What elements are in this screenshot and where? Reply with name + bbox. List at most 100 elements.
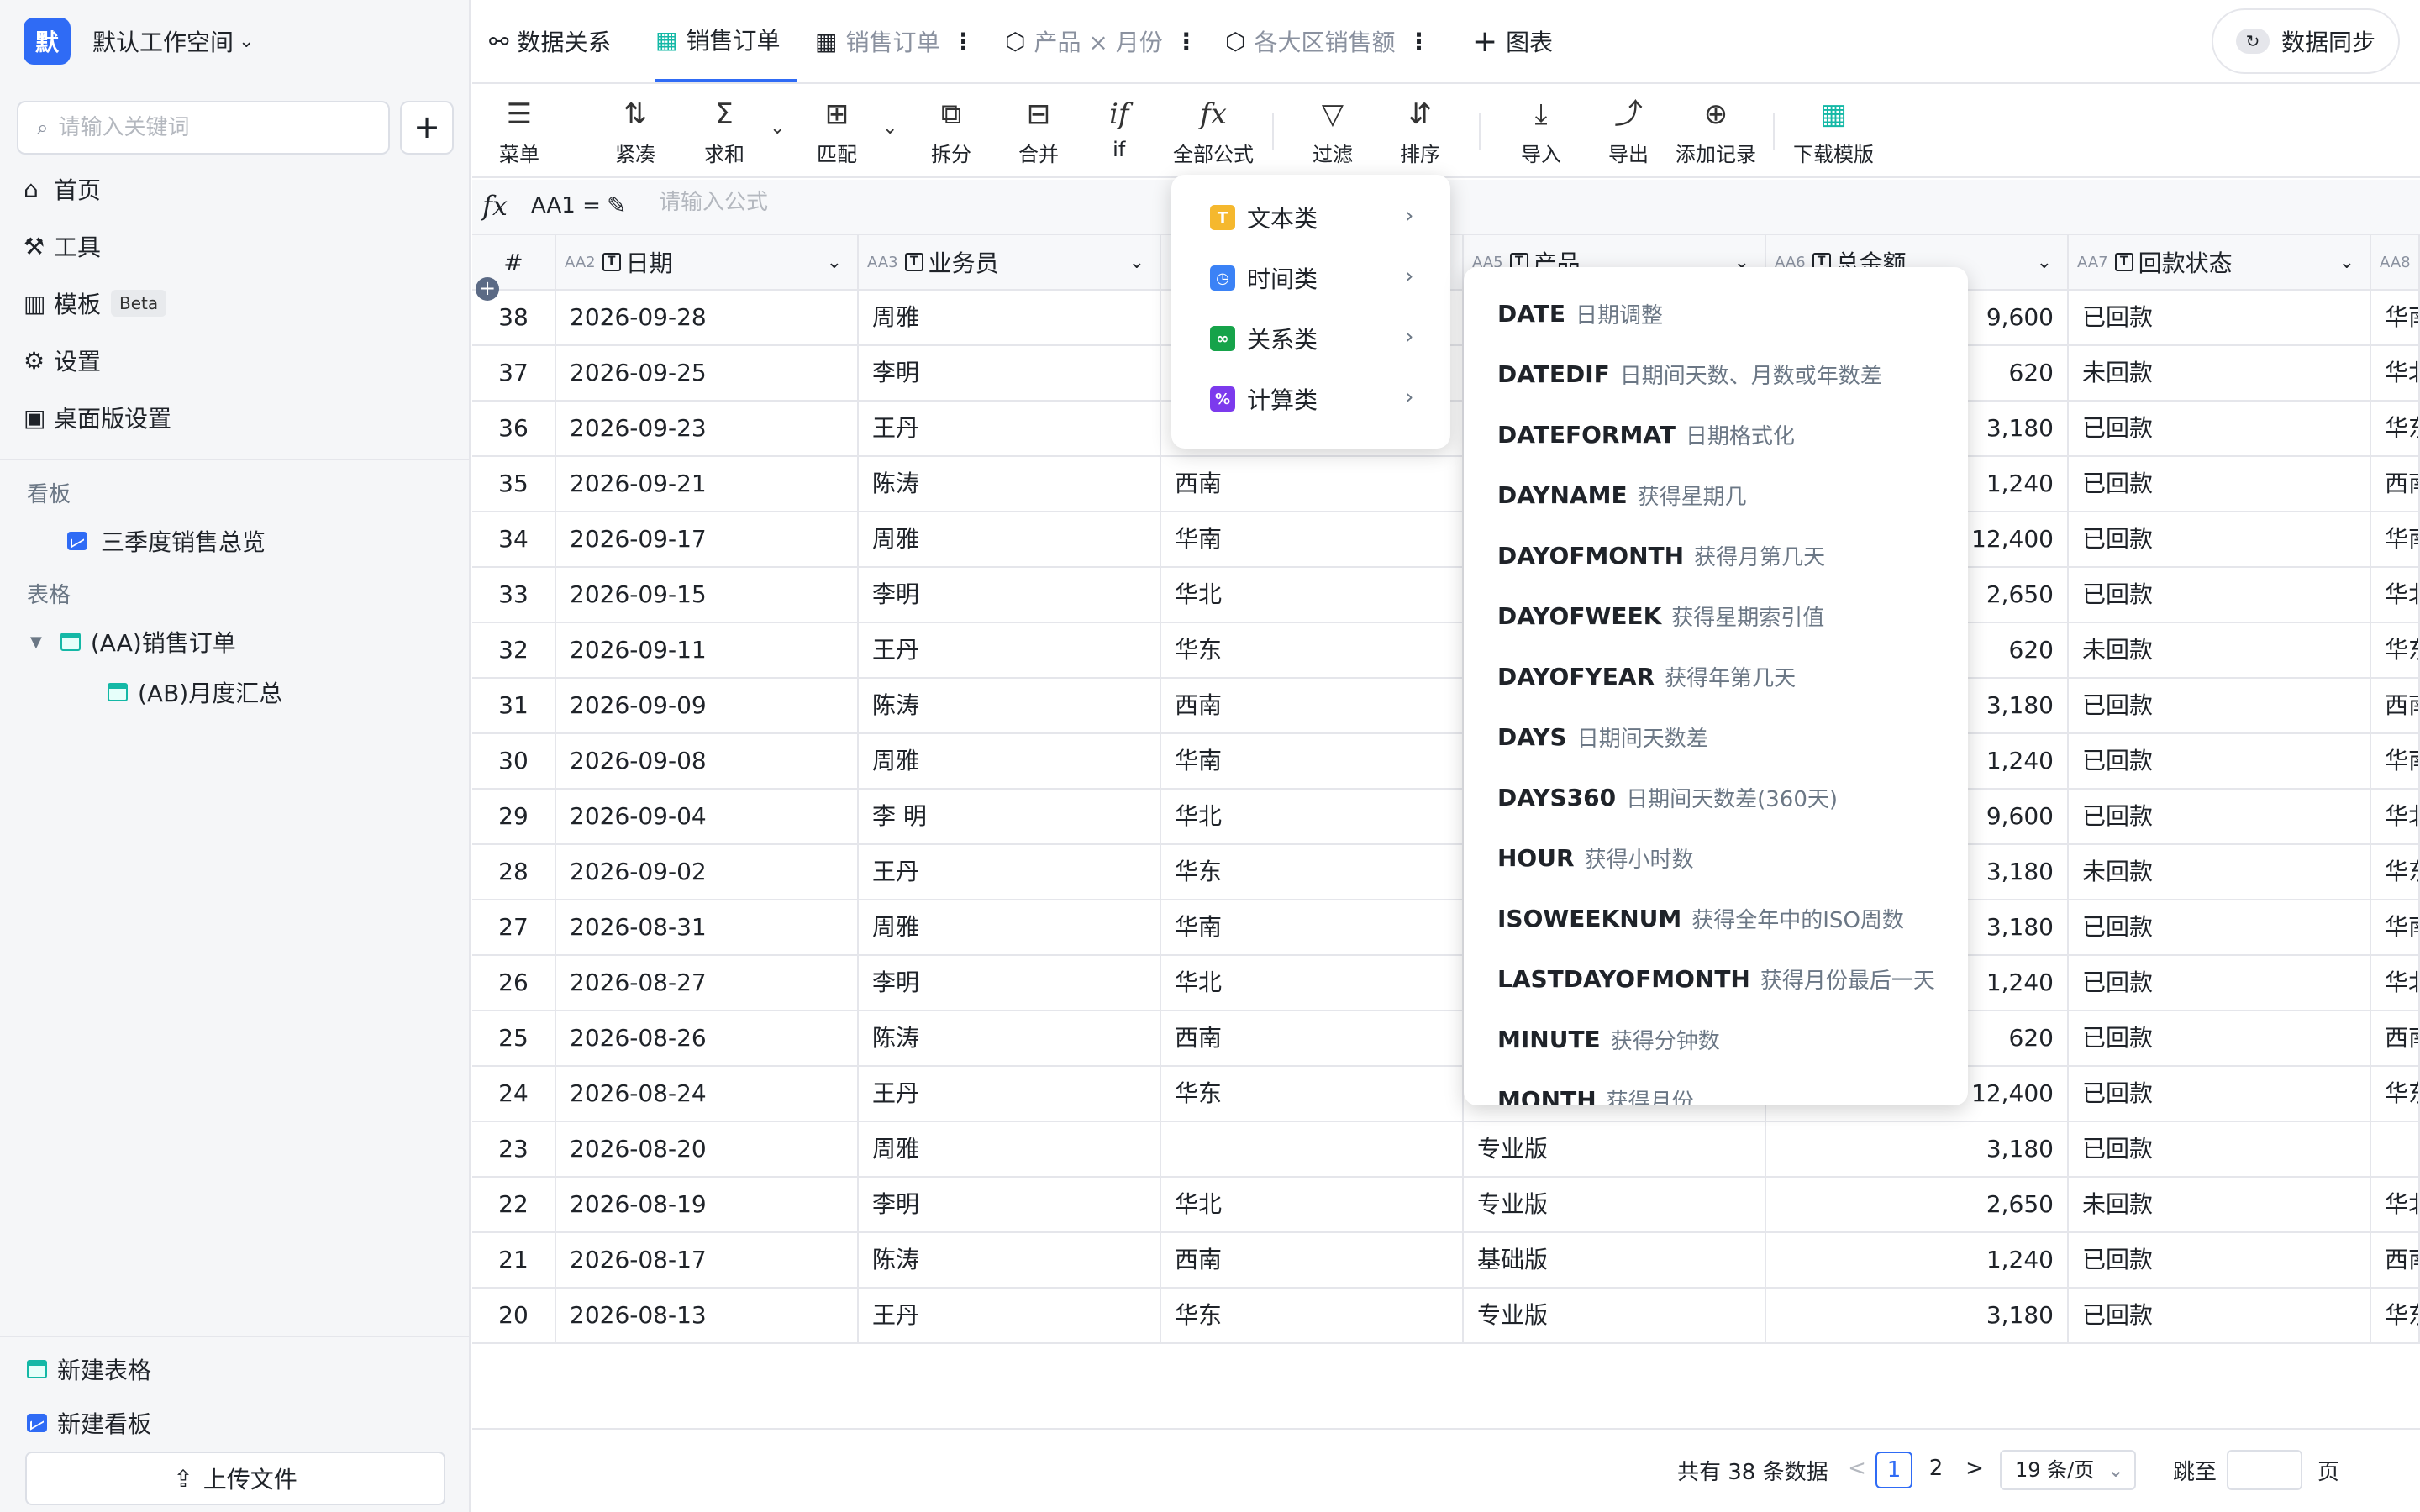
export-button[interactable]: ⤴ 导出: [1608, 96, 1649, 167]
cell-aa8[interactable]: 华南: [2371, 734, 2420, 790]
cell-aa8[interactable]: 华北: [2371, 790, 2420, 845]
cell-aa8[interactable]: 华南: [2371, 900, 2420, 956]
search-input[interactable]: [58, 115, 361, 140]
table-row[interactable]: 342026-09-17周雅华南12,400已回款华南: [472, 512, 2420, 568]
table-row[interactable]: 272026-08-31周雅华南3,180已回款华南: [472, 900, 2420, 956]
cell-product[interactable]: 专业版: [1464, 1178, 1766, 1233]
formula-category-item[interactable]: T 文本类: [1210, 197, 1318, 239]
cell-payment-status[interactable]: 已回款: [2069, 956, 2371, 1011]
sort-button[interactable]: ⇵ 排序: [1400, 96, 1440, 167]
cell-amount[interactable]: 3,180: [1766, 1122, 2069, 1178]
cell-aa8[interactable]: 华南: [2371, 291, 2420, 346]
all-formulas-button[interactable]: fx 全部公式: [1173, 96, 1254, 167]
function-item[interactable]: MINUTE 获得分钟数: [1497, 1018, 1720, 1060]
import-button[interactable]: ⤓ 导入: [1521, 96, 1561, 167]
cell-region[interactable]: 华东: [1161, 1067, 1464, 1122]
cell-region[interactable]: 华北: [1161, 790, 1464, 845]
cell-region[interactable]: 西南: [1161, 1233, 1464, 1289]
tab-region-sales[interactable]: ⬡ 各大区销售额 ⋮: [1225, 0, 1430, 82]
cell-date[interactable]: 2026-08-31: [556, 900, 859, 956]
edit-icon[interactable]: ✎: [607, 192, 626, 219]
cell-date[interactable]: 2026-08-27: [556, 956, 859, 1011]
row-number[interactable]: 31: [472, 679, 556, 734]
cell-salesperson[interactable]: 李 明: [859, 790, 1161, 845]
function-item[interactable]: DATEFORMAT 日期格式化: [1497, 413, 1795, 455]
row-number[interactable]: 26: [472, 956, 556, 1011]
cell-salesperson[interactable]: 王丹: [859, 845, 1161, 900]
cell-salesperson[interactable]: 李明: [859, 956, 1161, 1011]
cell-date[interactable]: 2026-09-21: [556, 457, 859, 512]
cell-date[interactable]: 2026-09-25: [556, 346, 859, 402]
cell-payment-status[interactable]: 未回款: [2069, 1178, 2371, 1233]
cell-date[interactable]: 2026-08-17: [556, 1233, 859, 1289]
cell-aa8[interactable]: 西南: [2371, 1011, 2420, 1067]
function-item[interactable]: ISOWEEKNUM 获得全年中的ISO周数: [1497, 897, 1904, 939]
new-table-button[interactable]: 新建表格: [27, 1349, 151, 1389]
tab-sales-orders-active[interactable]: ▦ 销售订单: [655, 0, 797, 82]
tab-data-relations[interactable]: ⚯ 数据关系: [489, 0, 611, 82]
cell-date[interactable]: 2026-09-28: [556, 291, 859, 346]
table-row[interactable]: 322026-09-11王丹华东620未回款华东: [472, 623, 2420, 679]
download-template-button[interactable]: ▦ 下载模版: [1793, 96, 1874, 167]
more-icon[interactable]: ⋮: [1407, 28, 1430, 55]
cell-payment-status[interactable]: 已回款: [2069, 1011, 2371, 1067]
row-number[interactable]: 28: [472, 845, 556, 900]
cell-aa8[interactable]: 华北: [2371, 346, 2420, 402]
nav-templates[interactable]: ▥ 模板 Beta: [24, 282, 167, 324]
new-board-button[interactable]: 新建看板: [27, 1403, 151, 1443]
cell-payment-status[interactable]: 已回款: [2069, 402, 2371, 457]
cell-aa8[interactable]: 华南: [2371, 512, 2420, 568]
cell-salesperson[interactable]: 周雅: [859, 512, 1161, 568]
cell-aa8[interactable]: 西南: [2371, 1233, 2420, 1289]
page-button-1[interactable]: 1: [1876, 1452, 1912, 1488]
chevron-down-icon[interactable]: ⌄: [2037, 252, 2052, 273]
row-number[interactable]: 37: [472, 346, 556, 402]
cell-region[interactable]: 西南: [1161, 1011, 1464, 1067]
cell-salesperson[interactable]: 周雅: [859, 1122, 1161, 1178]
table-row[interactable]: 282026-09-02王丹华东3,180未回款华东: [472, 845, 2420, 900]
cell-payment-status[interactable]: 未回款: [2069, 845, 2371, 900]
nav-tools[interactable]: ⚒ 工具: [24, 225, 101, 267]
cell-region[interactable]: 西南: [1161, 679, 1464, 734]
cell-salesperson[interactable]: 陈涛: [859, 1011, 1161, 1067]
cell-date[interactable]: 2026-09-23: [556, 402, 859, 457]
function-item[interactable]: DAYS 日期间天数差: [1497, 716, 1708, 758]
cell-amount[interactable]: 1,240: [1766, 1233, 2069, 1289]
cell-date[interactable]: 2026-08-26: [556, 1011, 859, 1067]
more-icon[interactable]: ⋮: [1175, 28, 1198, 55]
table-row[interactable]: 262026-08-27李明华北1,240已回款华北: [472, 956, 2420, 1011]
cell-aa8[interactable]: 华东: [2371, 1289, 2420, 1344]
cell-aa8[interactable]: 西南: [2371, 679, 2420, 734]
cell-aa8[interactable]: 华东: [2371, 402, 2420, 457]
cell-salesperson[interactable]: 王丹: [859, 1067, 1161, 1122]
add-row-icon[interactable]: +: [476, 277, 499, 301]
cell-amount[interactable]: 3,180: [1766, 1289, 2069, 1344]
add-chart-tab[interactable]: + 图表: [1472, 0, 1553, 82]
sidebar-search[interactable]: ⌕: [17, 101, 390, 155]
function-item[interactable]: DAYNAME 获得星期几: [1497, 474, 1747, 516]
table-row[interactable]: 252026-08-26陈涛西南620已回款西南: [472, 1011, 2420, 1067]
cell-payment-status[interactable]: 已回款: [2069, 734, 2371, 790]
cell-payment-status[interactable]: 未回款: [2069, 623, 2371, 679]
cell-aa8[interactable]: 西南: [2371, 457, 2420, 512]
table-row[interactable]: 352026-09-21陈涛西南1,240已回款西南: [472, 457, 2420, 512]
board-item[interactable]: 三季度销售总览: [67, 521, 266, 561]
table-item-sales-orders[interactable]: ▼ (AA)销售订单: [30, 622, 236, 662]
table-row[interactable]: 302026-09-08周雅华南1,240已回款华南: [472, 734, 2420, 790]
cell-region[interactable]: 华北: [1161, 956, 1464, 1011]
table-row[interactable]: 222026-08-19李明华北专业版2,650未回款华北: [472, 1178, 2420, 1233]
if-button[interactable]: if if: [1109, 96, 1128, 161]
menu-button[interactable]: ☰ 菜单: [499, 96, 539, 167]
table-row[interactable]: 242026-08-24王丹华东12,400已回款华东: [472, 1067, 2420, 1122]
row-number[interactable]: 22: [472, 1178, 556, 1233]
cell-salesperson[interactable]: 王丹: [859, 402, 1161, 457]
tab-product-month[interactable]: ⬡ 产品 × 月份 ⋮: [1005, 0, 1198, 82]
tab-sales-orders-view[interactable]: ▦ 销售订单 ⋮: [815, 0, 975, 82]
cell-payment-status[interactable]: 已回款: [2069, 1122, 2371, 1178]
match-button[interactable]: ⊞ 匹配: [817, 96, 857, 167]
chevron-down-icon[interactable]: ⌄: [770, 118, 785, 139]
cell-date[interactable]: 2026-08-24: [556, 1067, 859, 1122]
cell-payment-status[interactable]: 已回款: [2069, 1067, 2371, 1122]
cell-payment-status[interactable]: 已回款: [2069, 790, 2371, 845]
cell-region[interactable]: [1161, 1122, 1464, 1178]
